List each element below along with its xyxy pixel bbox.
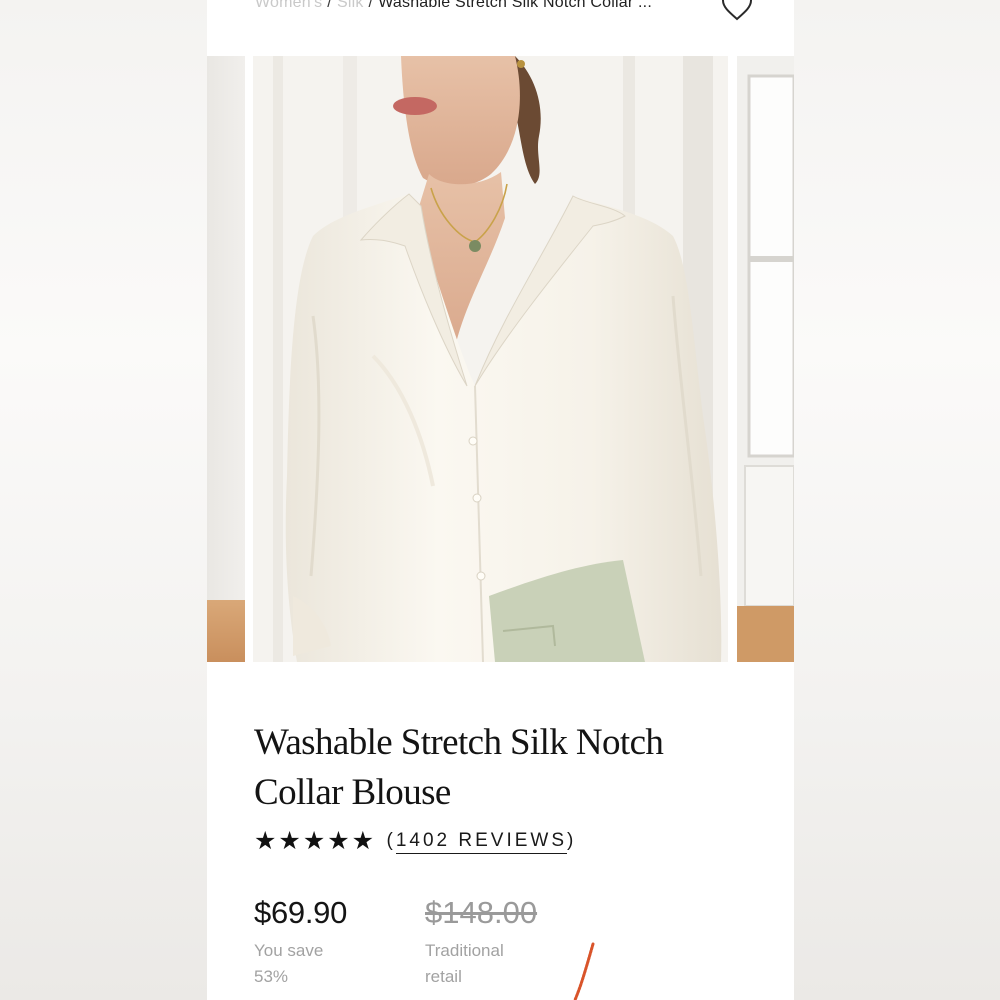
model-photo: [253, 56, 728, 662]
red-pen-mark: [573, 942, 595, 1000]
top-bar: Women's / Silk / Washable Stretch Silk Notch…: [207, 0, 794, 56]
window-photo: [737, 56, 794, 662]
product-image-main[interactable]: [253, 56, 728, 662]
previous-product-image[interactable]: [207, 56, 245, 662]
rating-summary: ★★★★★ (1402 REVIEWS): [254, 826, 576, 856]
reviews-paren-close: ): [567, 830, 577, 851]
retail-note: Traditional retail: [425, 938, 545, 990]
sale-price: $69.90: [254, 895, 348, 930]
retail-label-line2: retail: [425, 967, 462, 986]
product-page: Women's / Silk / Washable Stretch Silk Notch…: [207, 0, 794, 1000]
heart-outline-icon: [721, 0, 753, 21]
reviews-link[interactable]: (1402 REVIEWS): [386, 830, 577, 854]
floor-wood: [207, 600, 245, 662]
retail-label-line1: Traditional: [425, 941, 504, 960]
product-title-line1: Washable Stretch Silk Notch: [254, 722, 664, 763]
next-product-image[interactable]: [737, 56, 794, 662]
savings-percent: 53%: [254, 967, 289, 986]
wishlist-button[interactable]: [719, 0, 755, 24]
breadcrumb-current: Washable Stretch Silk Notch Collar ...: [378, 0, 652, 11]
reviews-paren-open: (: [386, 830, 396, 851]
breadcrumb-womens[interactable]: Women's: [255, 0, 322, 11]
product-title-line2: Collar Blouse: [254, 772, 451, 813]
original-price: $148.00: [425, 895, 538, 930]
breadcrumb-separator: /: [368, 0, 374, 11]
product-image-carousel[interactable]: [207, 56, 794, 662]
savings-label: You save: [254, 941, 324, 960]
breadcrumb: Women's / Silk / Washable Stretch Silk Notch…: [255, 0, 652, 18]
reviews-count: 1402 REVIEWS: [395, 830, 568, 854]
breadcrumb-separator: /: [327, 0, 332, 11]
savings-note: You save 53%: [254, 938, 374, 990]
breadcrumb-silk[interactable]: Silk: [337, 0, 364, 11]
product-title: Washable Stretch Silk Notch Collar Blouse: [254, 718, 734, 818]
star-rating: ★★★★★: [254, 827, 377, 855]
